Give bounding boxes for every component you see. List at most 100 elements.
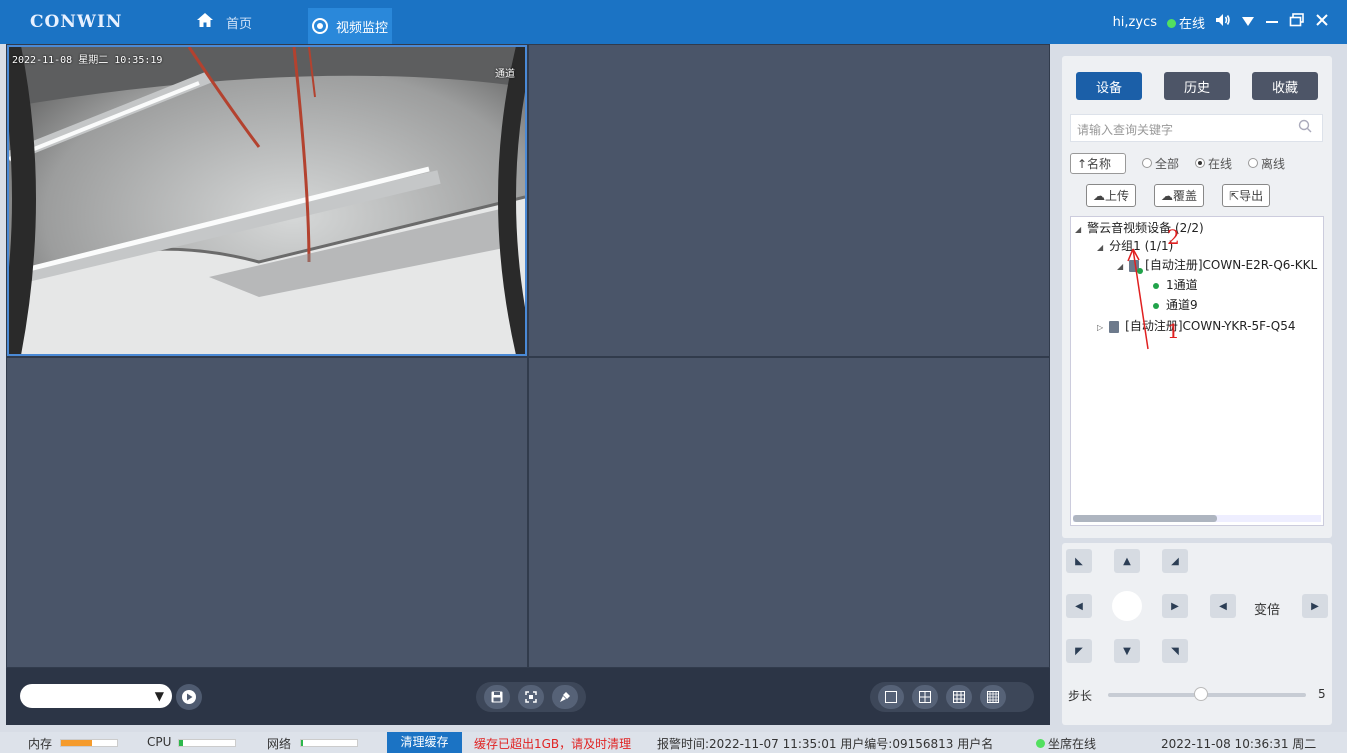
ptz-down-button[interactable]: ▼ [1114,639,1140,663]
step-slider[interactable] [1108,687,1306,701]
user-greeting: hi,zycs [1112,14,1157,30]
tree-node-group[interactable]: ◢ 分组1 (1/1) [1097,237,1173,255]
layout-9-button[interactable] [946,685,972,709]
close-icon[interactable] [1315,13,1329,31]
video-cell-4[interactable] [529,358,1049,667]
ptz-down-left-button[interactable]: ◤ [1066,639,1092,663]
memory-label: 内存 [28,737,53,751]
network-label: 网络 [267,737,292,751]
network-meter [300,739,358,747]
horizontal-scrollbar[interactable] [1073,515,1321,522]
radio-selected-icon [1195,158,1206,168]
tab-video-monitor-label: 视频监控 [335,20,388,36]
online-status: 在线 [1166,13,1205,32]
cloud-sync-icon: ☁ [1161,189,1174,203]
tab-devices[interactable]: 设备 [1076,72,1142,100]
overwrite-button[interactable]: ☁覆盖 [1154,184,1205,207]
dropdown-menu-icon[interactable] [1241,13,1255,31]
scrollbar-thumb[interactable] [1073,515,1217,522]
screenshot-button[interactable] [518,685,544,709]
search-input[interactable]: 请输入查询关键字 [1070,114,1323,142]
memory-meter [60,739,118,747]
clear-cache-button[interactable]: 清理缓存 [387,732,462,753]
ptz-down-right-button[interactable]: ◥ [1162,639,1188,663]
annotation-1: 1 [1167,319,1180,343]
cache-warning: 缓存已超出1GB，请及时清理 [474,737,632,751]
layout-1-button[interactable] [878,685,904,709]
ptz-up-left-button[interactable]: ◣ [1066,549,1092,573]
status-bar: 内存 CPU 网络 清理缓存 缓存已超出1GB，请及时清理 报警时间:2022-… [0,732,1347,753]
device-panel: 设备 历史 收藏 请输入查询关键字 ↑名称 全部 在线 离线 ☁上传 ☁覆盖 ⇱… [1062,56,1332,538]
export-button[interactable]: ⇱导出 [1222,184,1271,207]
cloud-upload-icon: ☁ [1093,189,1105,203]
save-video-button[interactable] [484,685,510,709]
stream-select[interactable]: ▼ [20,684,172,708]
search-placeholder: 请输入查询关键字 [1077,123,1174,137]
tree-node-channel-1[interactable]: 1通道 [1153,276,1198,294]
ptz-left-button[interactable]: ◀ [1066,594,1092,618]
ptz-right-button[interactable]: ▶ [1162,594,1188,618]
play-button[interactable] [176,684,202,710]
layout-4-icon [919,691,931,703]
expand-triangle-icon[interactable]: ◢ [1117,262,1123,271]
screenshot-icon [525,691,537,703]
collapsed-triangle-icon[interactable]: ▷ [1097,323,1103,332]
step-label: 步长 [1068,689,1093,703]
osd-channel: 通道 [495,69,515,80]
zoom-out-button[interactable]: ◀ [1210,594,1236,618]
monitor-icon [311,18,328,34]
radio-icon [1142,158,1152,168]
current-datetime: 2022-11-08 10:36:31 周二 [1161,737,1317,751]
tree-node-device-2[interactable]: ▷ [自动注册]COWN-YKR-5F-Q54 [1097,317,1296,335]
save-icon [491,691,503,703]
minimize-icon[interactable] [1265,13,1279,31]
camera-feed-image [9,47,525,354]
video-cell-2[interactable] [529,45,1049,356]
online-dot-icon [1036,739,1045,748]
search-icon[interactable] [1298,119,1312,137]
tab-favorites[interactable]: 收藏 [1252,72,1318,100]
chevron-down-icon: ▼ [154,689,164,703]
alarm-info: 报警时间:2022-11-07 11:35:01 用户编号:09156813 用… [657,737,994,751]
tab-video-monitor[interactable]: 视频监控 [308,8,392,44]
clear-screen-button[interactable] [552,685,578,709]
annotation-2: 2 [1167,225,1180,249]
nav-home[interactable]: 首页 [196,0,252,44]
nav-home-label: 首页 [226,16,253,32]
online-dot-icon [1153,302,1159,309]
filter-row: ↑名称 全部 在线 离线 [1070,152,1326,174]
restore-icon[interactable] [1289,13,1305,31]
ptz-center-button[interactable] [1112,591,1142,621]
video-cell-3[interactable] [7,358,527,667]
video-cell-1[interactable]: 2022-11-08 星期二 10:35:19 通道 [7,45,527,356]
ptz-up-right-button[interactable]: ◢ [1162,549,1188,573]
volume-icon[interactable] [1215,13,1231,31]
filter-online[interactable]: 在线 [1195,155,1232,172]
home-icon [196,12,214,32]
tab-history[interactable]: 历史 [1164,72,1230,100]
tree-node-root[interactable]: ◢ 警云音视频设备 (2/2) [1075,219,1204,237]
titlebar-controls: hi,zycs 在线 [1113,0,1329,44]
step-value: 5 [1318,687,1326,701]
layout-tools [870,682,1034,712]
broom-icon [560,692,570,702]
expand-triangle-icon[interactable]: ◢ [1097,243,1103,252]
step-slider-knob[interactable] [1194,687,1208,701]
play-icon [182,690,196,704]
filter-offline[interactable]: 离线 [1248,155,1285,172]
layout-4-button[interactable] [912,685,938,709]
ptz-up-button[interactable]: ▲ [1114,549,1140,573]
tree-node-channel-2[interactable]: 通道9 [1153,296,1198,314]
seat-status: 坐席在线 [1036,735,1096,752]
upload-button[interactable]: ☁上传 [1086,184,1137,207]
device-tree: ◢ 警云音视频设备 (2/2) ◢ 分组1 (1/1) ◢ [自动注册]COWN-E2… [1070,216,1324,526]
filter-all[interactable]: 全部 [1142,155,1179,172]
radio-icon [1248,158,1259,168]
tree-node-device-1[interactable]: ◢ [自动注册]COWN-E2R-Q6-KKL [1117,256,1317,274]
expand-triangle-icon[interactable]: ◢ [1075,225,1081,234]
zoom-in-button[interactable]: ▶ [1302,594,1328,618]
layout-16-button[interactable] [980,685,1006,709]
record-tools [476,682,586,712]
sort-by-name-button[interactable]: ↑名称 [1070,152,1126,174]
online-dot-icon [1153,282,1159,289]
